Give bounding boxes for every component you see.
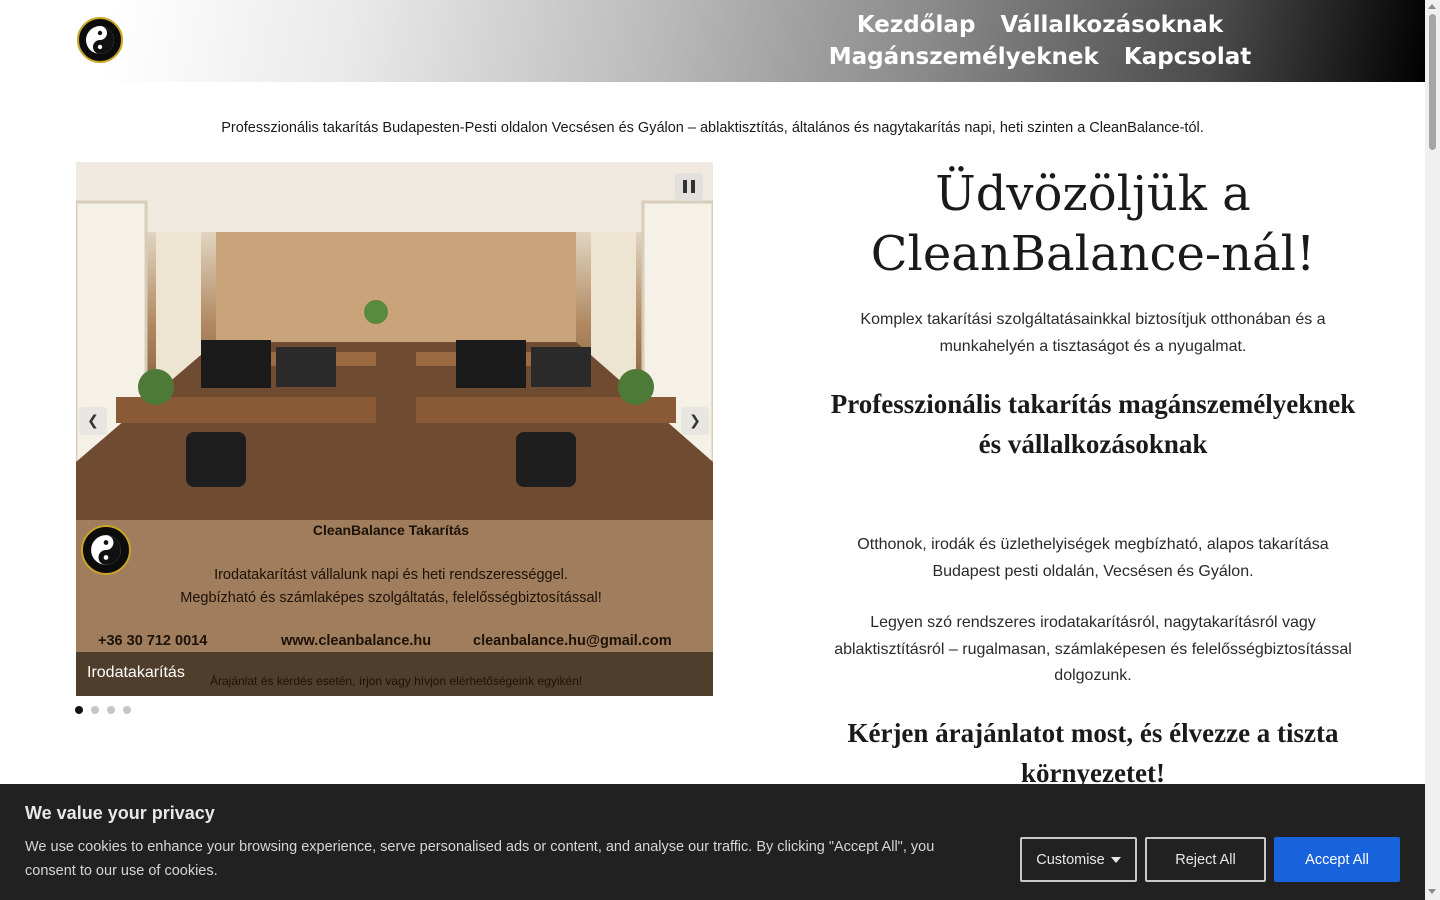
scroll-thumb[interactable] xyxy=(1429,14,1436,150)
slide-caption-subtitle: Árajánlat és kérdés esetén, írjon vagy h… xyxy=(210,674,583,688)
cookie-title: We value your privacy xyxy=(25,803,215,823)
nav-item-kapcsolat[interactable]: Kapcsolat xyxy=(1124,42,1251,73)
slide-line-2: Megbízható és számlaképes szolgáltatás, … xyxy=(180,590,602,606)
slider-dot[interactable] xyxy=(107,706,115,714)
slider-next-button[interactable]: ❯ xyxy=(681,407,709,435)
nav-item-vallalkozasoknak[interactable]: Vállalkozásoknak xyxy=(1001,10,1224,41)
pause-icon xyxy=(681,178,697,197)
site-logo[interactable] xyxy=(77,17,123,63)
main-nav: Kezdőlap Vállalkozásoknak Magánszemélyek… xyxy=(700,10,1380,74)
reject-all-label: Reject All xyxy=(1175,851,1236,868)
slider-dots xyxy=(75,706,131,714)
chevron-left-icon: ❮ xyxy=(87,413,99,429)
cookie-text: We use cookies to enhance your browsing … xyxy=(25,839,935,879)
details-paragraph: Legyen szó rendszeres irodatakarításról,… xyxy=(834,614,1352,684)
nav-item-maganszemelyeknek[interactable]: Magánszemélyeknek xyxy=(829,42,1099,73)
nav-item-kezdolap[interactable]: Kezdőlap xyxy=(857,10,976,41)
slider-dot[interactable] xyxy=(75,706,83,714)
slide-website: www.cleanbalance.hu xyxy=(281,633,432,649)
office-photo xyxy=(76,162,713,520)
services-paragraph: Otthonok, irodák és üzlethelyiségek megb… xyxy=(857,536,1329,580)
caret-down-icon xyxy=(1110,856,1121,863)
slide-email: cleanbalance.hu@gmail.com xyxy=(473,633,672,649)
scroll-up-arrow-icon[interactable] xyxy=(1428,4,1436,9)
slider-prev-button[interactable]: ❮ xyxy=(79,407,107,435)
accept-all-button[interactable]: Accept All xyxy=(1274,837,1400,882)
slide-caption: Irodatakarítás Árajánlat és kérdés eseté… xyxy=(76,652,713,696)
chevron-right-icon: ❯ xyxy=(689,413,701,429)
accept-all-label: Accept All xyxy=(1305,851,1369,868)
slide-phone: +36 30 712 0014 xyxy=(98,633,208,649)
slider-dot[interactable] xyxy=(91,706,99,714)
reject-all-button[interactable]: Reject All xyxy=(1145,837,1266,882)
scroll-down-arrow-icon[interactable] xyxy=(1428,889,1436,894)
slide-line-1: Irodatakarítást vállalunk napi és heti r… xyxy=(214,567,568,583)
slide-title: CleanBalance Takarítás xyxy=(312,522,470,538)
site-header: Kezdőlap Vállalkozásoknak Magánszemélyek… xyxy=(0,0,1425,82)
quote-heading: Kérjen árajánlatot most, és élvezze a ti… xyxy=(847,718,1339,788)
welcome-heading: Üdvözöljük a CleanBalance-nál! xyxy=(870,166,1316,282)
yin-yang-logo-icon xyxy=(91,535,121,565)
intro-paragraph: Komplex takarítási szolgáltatásainkkal b… xyxy=(860,311,1326,355)
tagline: Professzionális takarítás Budapesten-Pes… xyxy=(221,120,1204,136)
slider-pause-button[interactable] xyxy=(675,173,703,201)
yin-yang-logo-icon xyxy=(86,26,114,54)
customise-button[interactable]: Customise xyxy=(1020,837,1137,882)
slide-caption-title: Irodatakarítás xyxy=(87,664,185,681)
page-scrollbar[interactable] xyxy=(1425,0,1440,900)
slider-dot[interactable] xyxy=(123,706,131,714)
services-heading: Professzionális takarítás magánszemélyek… xyxy=(830,389,1356,459)
customise-label: Customise xyxy=(1036,851,1105,868)
image-slider: CleanBalance Takarítás Irodatakarítást v… xyxy=(76,162,713,696)
